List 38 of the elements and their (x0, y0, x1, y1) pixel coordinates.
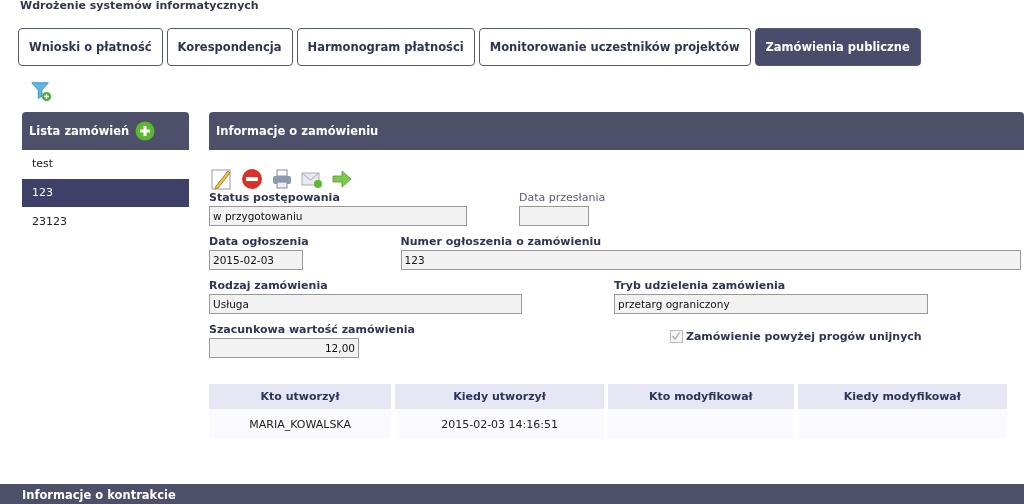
column-header: Kiedy utworzył (395, 384, 604, 409)
checkbox-label: Zamówienie powyżej progów unijnych (685, 329, 922, 343)
edit-icon[interactable] (211, 168, 233, 190)
add-icon[interactable] (135, 121, 156, 141)
print-icon[interactable] (271, 168, 293, 190)
column-header: Kto utworzył (209, 384, 392, 409)
table-cell: 2015-02-03 14:16:51 (441, 417, 558, 431)
text-field[interactable]: przetarg ograniczony (614, 294, 928, 314)
field-label: Data ogłoszenia (209, 234, 309, 250)
panel-title: Informacje o zamówieniu (216, 124, 379, 138)
delete-icon[interactable] (241, 168, 263, 190)
field-label: Szacunkowa wartość zamówienia (209, 322, 415, 338)
arrow-right-icon[interactable] (331, 168, 353, 190)
list-item[interactable]: 123 (22, 179, 189, 208)
tab[interactable]: Korespondencja (166, 28, 293, 66)
column-header: Kto modyfikował (608, 384, 794, 409)
section-title: Informacje o kontrakcie (22, 488, 176, 502)
field-label: Tryb udzielenia zamówienia (614, 278, 787, 294)
text-field[interactable] (519, 206, 589, 226)
text-field[interactable]: 12,00 (209, 338, 359, 358)
tab[interactable]: Zamówienia publiczne (754, 28, 921, 66)
field-label: Status postępowania (209, 190, 341, 206)
tab[interactable]: Harmonogram płatności (296, 28, 475, 66)
field-label: Rodzaj zamówienia (209, 278, 329, 294)
column-header: Kiedy modyfikował (797, 384, 1007, 409)
field-label: Data przesłania (519, 190, 606, 206)
table-cell: MARIA_KOWALSKA (249, 417, 351, 431)
filter-add-icon[interactable] (30, 80, 52, 102)
page-title: Wdrożenie systemów informatycznych (19, 0, 260, 10)
tab[interactable]: Monitorowanie uczestników projektów (478, 28, 751, 66)
text-field[interactable]: Usługa (209, 294, 522, 314)
text-field[interactable]: 2015-02-03 (209, 250, 303, 270)
list-item[interactable]: 23123 (22, 208, 189, 237)
field-label: Numer ogłoszenia o zamówieniu (400, 234, 603, 250)
panel-title: Lista zamówień (29, 124, 130, 138)
text-field[interactable]: 123 (400, 250, 1021, 270)
tab[interactable]: Wnioski o płatność (18, 28, 163, 66)
text-field[interactable]: w przygotowaniu (209, 206, 467, 226)
